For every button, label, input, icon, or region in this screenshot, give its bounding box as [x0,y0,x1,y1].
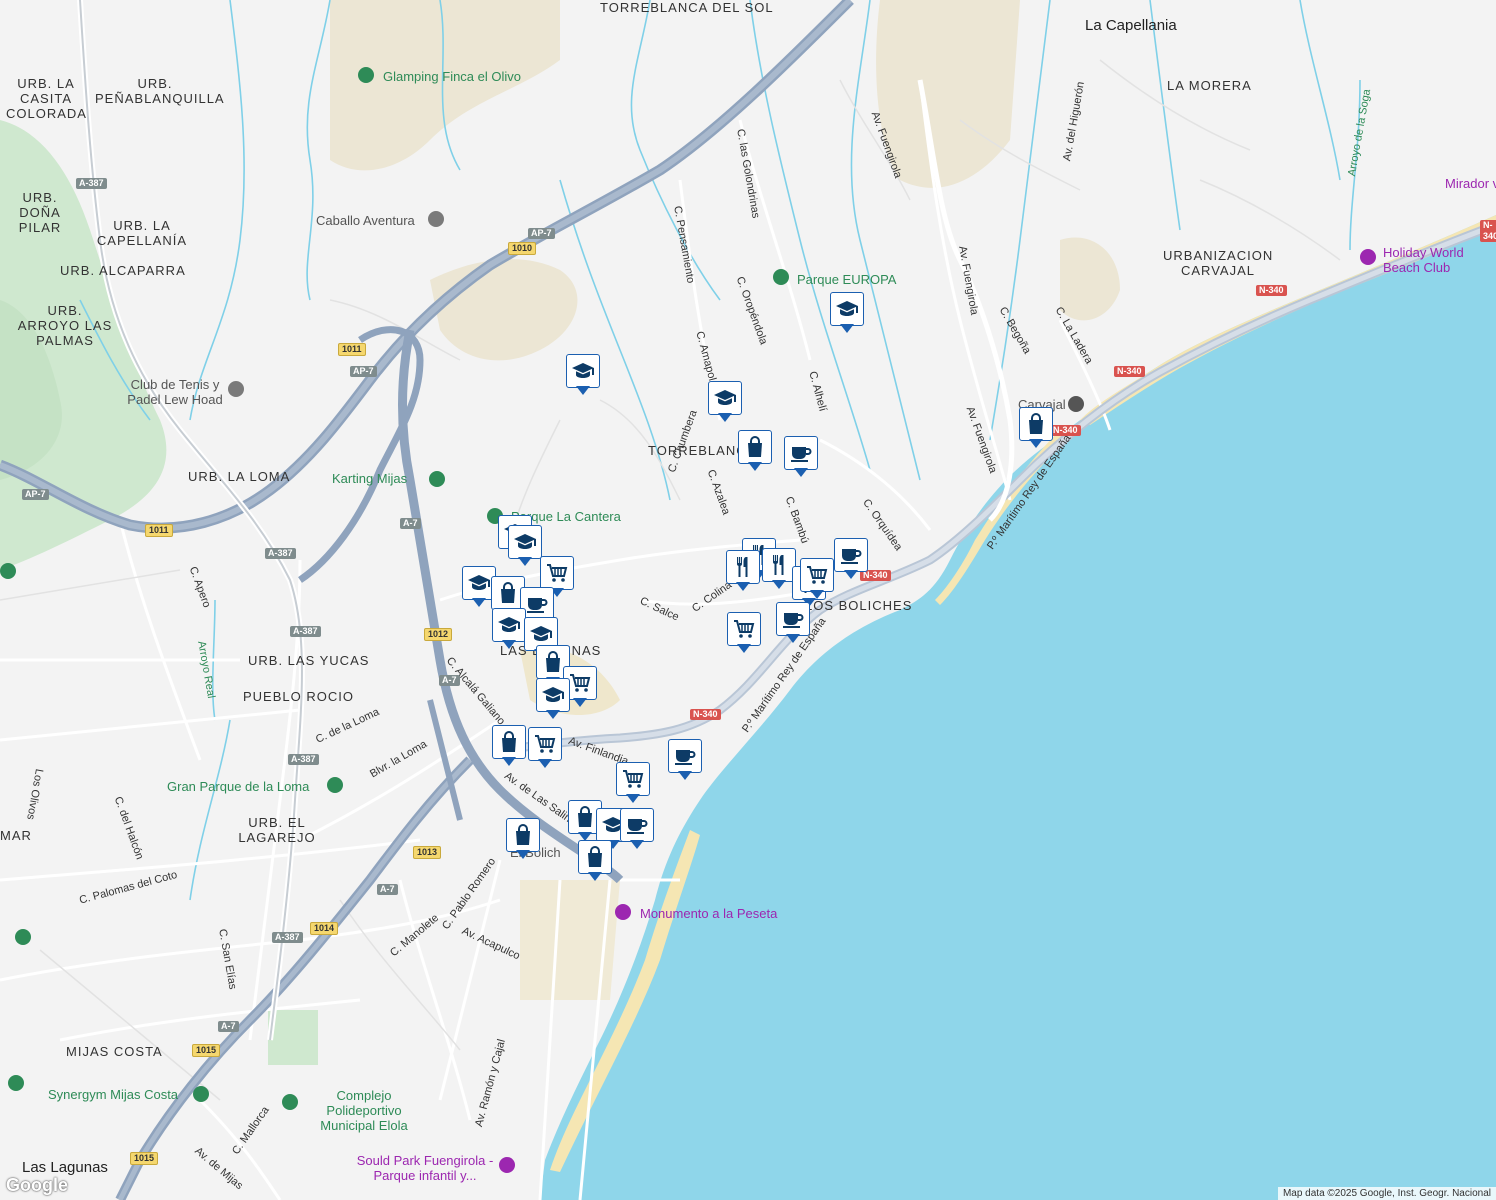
beach-club-pin-icon[interactable] [1360,249,1376,265]
listing-marker-school[interactable] [492,608,526,650]
train-station-pin-icon[interactable] [1068,396,1084,412]
shield-ap7-north: AP-7 [528,228,555,239]
school-icon [572,363,594,378]
shield-1014: 1014 [310,922,339,935]
shopping-bag-icon [578,806,592,827]
monument-pin-icon[interactable] [615,904,631,920]
park-pin-icon[interactable] [773,269,789,285]
grocery-cart-icon [807,566,828,584]
shield-a387-north: A-387 [76,178,107,189]
cafe-icon [527,598,548,613]
shopping-bag-icon [1029,413,1043,434]
listing-marker-grocery-cart[interactable] [528,727,562,769]
grocery-cart-icon [547,564,568,582]
karting-pin-icon[interactable] [429,471,445,487]
park-loma-pin-icon[interactable] [327,777,343,793]
shopping-bag-icon [748,436,762,457]
listing-marker-grocery-cart[interactable] [727,612,761,654]
school-icon [836,301,858,316]
shield-n340-east: N-340 [1480,220,1496,242]
grocery-cart-icon [734,620,755,638]
school-icon [714,390,736,405]
cafe-icon [675,750,696,765]
shield-ap7-west: AP-7 [22,489,49,500]
cafe-icon [791,447,812,462]
listing-marker-school[interactable] [536,678,570,720]
shield-a7-mid: A-7 [439,675,460,686]
grocery-cart-icon [623,770,644,788]
school-icon [468,575,490,590]
shield-a387-mid: A-387 [265,548,296,559]
school-icon [530,626,552,641]
listing-marker-shopping-bag[interactable] [492,725,526,767]
shield-a7-north: A-7 [400,518,421,529]
gym-pin-icon[interactable] [193,1086,209,1102]
shopping-bag-icon [501,582,515,603]
shield-n340-west: N-340 [690,709,721,720]
shield-1015-lower: 1015 [130,1152,159,1165]
sports-complex-pin-icon[interactable] [282,1094,298,1110]
shield-a387-lower: A-387 [288,754,319,765]
horse-riding-pin-icon[interactable] [428,211,444,227]
listing-marker-cafe[interactable] [668,739,702,781]
tennis-pin-icon[interactable] [228,381,244,397]
listing-marker-cafe[interactable] [620,808,654,850]
shield-a7-south: A-7 [377,884,398,895]
grocery-cart-icon [570,674,591,692]
listing-marker-school[interactable] [708,381,742,423]
listing-marker-grocery-cart[interactable] [616,762,650,804]
school-icon [542,687,564,702]
listing-marker-cafe[interactable] [834,538,868,580]
listing-marker-restaurant[interactable] [726,550,760,592]
park-sw-pin-icon[interactable] [15,929,31,945]
grocery-cart-icon [535,735,556,753]
listing-marker-shopping-bag[interactable] [738,430,772,472]
cafe-icon [783,613,804,628]
restaurant-icon [773,555,784,575]
shield-ap7-mid: AP-7 [350,366,377,377]
listing-marker-cafe[interactable] [776,602,810,644]
shield-n340-mid: N-340 [1114,366,1145,377]
listing-marker-shopping-bag[interactable] [1019,407,1053,449]
cafe-icon [627,819,648,834]
listing-marker-shopping-bag[interactable] [578,840,612,882]
shield-1015-upper: 1015 [192,1044,221,1057]
shield-1011-north: 1011 [338,343,366,356]
shield-a387-bottom: A-387 [272,932,303,943]
shield-1011-west: 1011 [145,524,173,537]
map-canvas[interactable]: TORREBLANCA DEL SOL La Capellania LA MOR… [0,0,1496,1200]
gym-west-pin-icon[interactable] [8,1075,24,1091]
shopping-bag-icon [588,846,602,867]
shopping-bag-icon [502,731,516,752]
shield-n340-carvajal: N-340 [1256,285,1287,296]
shopping-bag-icon [516,824,530,845]
playground-pin-icon[interactable] [499,1157,515,1173]
listing-marker-cafe[interactable] [784,436,818,478]
shield-1010: 1010 [508,242,537,255]
cafe-icon [841,549,862,564]
school-icon [498,617,520,632]
listing-marker-grocery-cart[interactable] [800,558,834,600]
google-logo: Google [6,1175,68,1195]
shield-a387-south: A-387 [290,626,321,637]
shield-1012: 1012 [424,628,453,641]
map-base-layer [0,0,1496,1200]
shopping-bag-icon [546,651,560,672]
campground-pin-icon[interactable] [358,67,374,83]
map-attribution[interactable]: Map data ©2025 Google, Inst. Geogr. Naci… [1277,1187,1496,1200]
park-west-pin-icon[interactable] [0,563,16,579]
listing-marker-restaurant[interactable] [762,548,796,590]
shield-n340-carvajal-south: N-340 [1050,425,1081,436]
school-icon [514,534,536,549]
shield-1013: 1013 [413,846,442,859]
restaurant-icon [737,557,748,577]
listing-marker-school[interactable] [830,292,864,334]
listing-marker-school[interactable] [508,525,542,567]
shield-a7-bottom: A-7 [218,1021,239,1032]
listing-marker-shopping-bag[interactable] [506,818,540,860]
listing-marker-school[interactable] [566,354,600,396]
